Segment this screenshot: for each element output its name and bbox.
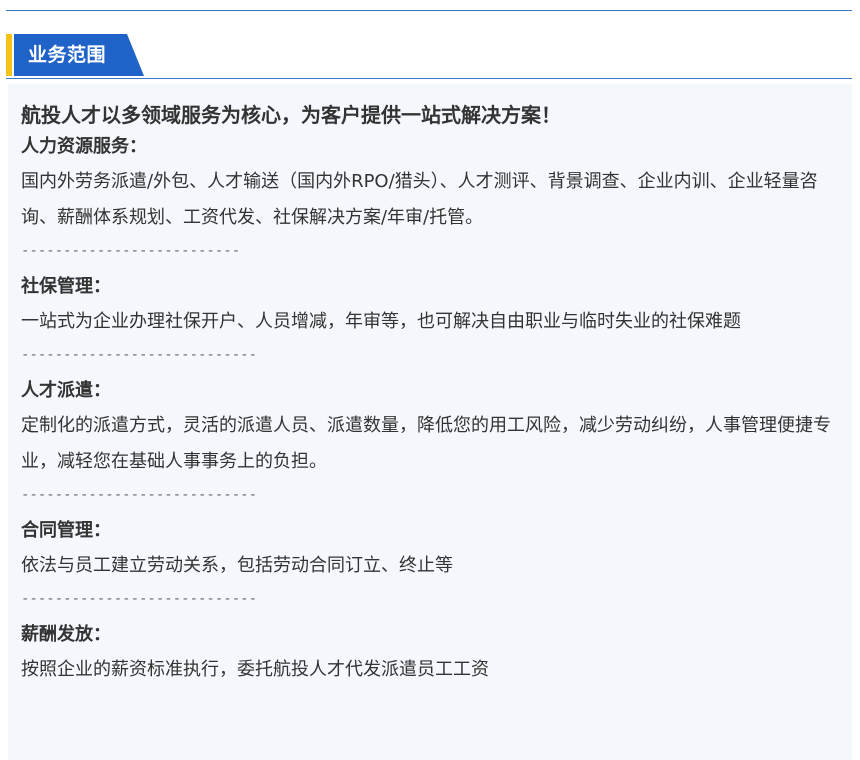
section-divider: ---------------------------- xyxy=(21,591,258,607)
header-accent-bar xyxy=(6,34,12,76)
content-panel: 航投人才以多领域服务为核心，为客户提供一站式解决方案！ 人力资源服务： 国内外劳… xyxy=(8,84,852,760)
section-hr-services: 人力资源服务： 国内外劳务派遣/外包、人才输送（国内外RPO/猎头）、人才测评、… xyxy=(21,132,841,264)
section-body: 一站式为企业办理社保开户、人员增减，年审等，也可解决自由职业与临时失业的社保难题 xyxy=(21,311,741,332)
section-body: 依法与员工建立劳动关系，包括劳动合同订立、终止等 xyxy=(21,555,453,576)
section-contract-management: 合同管理： 依法与员工建立劳动关系，包括劳动合同订立、终止等 ---------… xyxy=(21,516,841,612)
section-title: 薪酬发放： xyxy=(21,624,111,645)
headline: 航投人才以多领域服务为核心，为客户提供一站式解决方案！ xyxy=(21,103,561,127)
section-title: 人才派遣： xyxy=(21,380,111,401)
section-social-security: 社保管理： 一站式为企业办理社保开户、人员增减，年审等，也可解决自由职业与临时失… xyxy=(21,272,841,368)
section-body: 按照企业的薪资标准执行，委托航投人才代发派遣员工工资 xyxy=(21,659,489,680)
header-rule xyxy=(6,78,852,79)
header-tab: 业务范围 xyxy=(14,34,144,76)
section-header: 业务范围 xyxy=(6,34,852,80)
section-body: 国内外劳务派遣/外包、人才输送（国内外RPO/猎头）、人才测评、背景调查、企业内… xyxy=(21,171,818,228)
section-title: 社保管理： xyxy=(21,276,111,297)
section-divider: ---------------------------- xyxy=(21,487,258,503)
top-rule xyxy=(6,10,852,11)
section-staff-dispatch: 人才派遣： 定制化的派遣方式，灵活的派遣人员、派遣数量，降低您的用工风险，减少劳… xyxy=(21,376,841,508)
section-title: 人力资源服务： xyxy=(21,136,147,157)
section-divider: -------------------------- xyxy=(21,243,241,259)
section-body: 定制化的派遣方式，灵活的派遣人员、派遣数量，降低您的用工风险，减少劳动纠纷，人事… xyxy=(21,415,831,472)
content-inner: 航投人才以多领域服务为核心，为客户提供一站式解决方案！ 人力资源服务： 国内外劳… xyxy=(21,98,841,688)
section-payroll: 薪酬发放： 按照企业的薪资标准执行，委托航投人才代发派遣员工工资 xyxy=(21,620,841,688)
section-title: 合同管理： xyxy=(21,520,111,541)
section-divider: ---------------------------- xyxy=(21,347,258,363)
header-title: 业务范围 xyxy=(28,44,107,66)
